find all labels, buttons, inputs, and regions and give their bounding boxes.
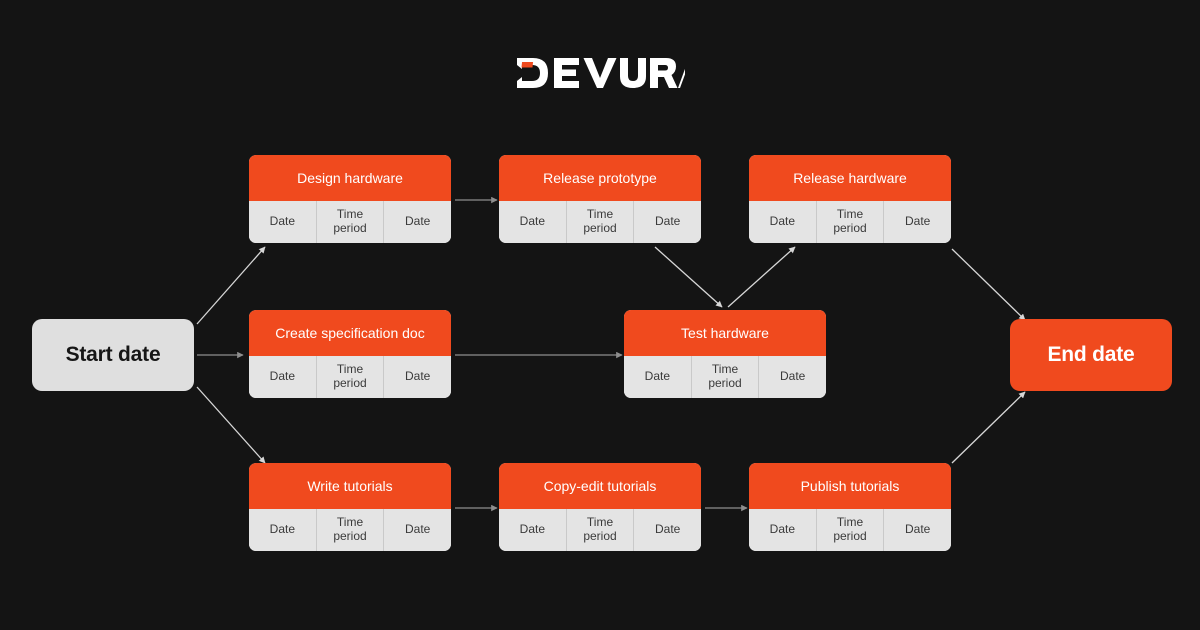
field-time-period[interactable]: Time period xyxy=(815,509,884,551)
field-end-date[interactable]: Date xyxy=(383,509,451,551)
connector-test-to-release-hardware xyxy=(727,246,796,308)
field-end-date[interactable]: Date xyxy=(758,356,826,398)
node-create-specification-doc-fields: Date Time period Date xyxy=(249,356,451,398)
node-test-hardware-fields: Date Time period Date xyxy=(624,356,826,398)
node-release-prototype-title: Release prototype xyxy=(499,155,701,201)
field-start-date[interactable]: Date xyxy=(499,201,566,243)
node-design-hardware[interactable]: Design hardware Date Time period Date xyxy=(249,155,451,243)
field-end-date[interactable]: Date xyxy=(383,356,451,398)
node-end-date-label: End date xyxy=(1047,343,1135,366)
field-time-period[interactable]: Time period xyxy=(315,509,384,551)
connector-prototype-to-test xyxy=(654,246,723,308)
field-start-date[interactable]: Date xyxy=(249,356,316,398)
diagram-canvas: Start date End date Design hardware Date… xyxy=(0,0,1200,630)
node-test-hardware[interactable]: Test hardware Date Time period Date xyxy=(624,310,826,398)
field-end-date[interactable]: Date xyxy=(883,509,951,551)
node-create-specification-doc[interactable]: Create specification doc Date Time perio… xyxy=(249,310,451,398)
connector-start-to-write-tutorials xyxy=(196,386,266,464)
field-time-period[interactable]: Time period xyxy=(565,509,634,551)
field-end-date[interactable]: Date xyxy=(383,201,451,243)
node-copy-edit-tutorials-title: Copy-edit tutorials xyxy=(499,463,701,509)
field-time-period[interactable]: Time period xyxy=(315,201,384,243)
field-start-date[interactable]: Date xyxy=(499,509,566,551)
node-design-hardware-title: Design hardware xyxy=(249,155,451,201)
field-start-date[interactable]: Date xyxy=(249,509,316,551)
field-end-date[interactable]: Date xyxy=(633,509,701,551)
node-create-specification-doc-title: Create specification doc xyxy=(249,310,451,356)
node-write-tutorials-title: Write tutorials xyxy=(249,463,451,509)
field-start-date[interactable]: Date xyxy=(749,201,816,243)
connector-publish-to-end xyxy=(951,391,1026,464)
node-release-prototype-fields: Date Time period Date xyxy=(499,201,701,243)
brand-logo xyxy=(0,50,1200,96)
node-write-tutorials-fields: Date Time period Date xyxy=(249,509,451,551)
node-start-date-label: Start date xyxy=(65,343,161,366)
field-start-date[interactable]: Date xyxy=(249,201,316,243)
node-design-hardware-fields: Date Time period Date xyxy=(249,201,451,243)
node-publish-tutorials-title: Publish tutorials xyxy=(749,463,951,509)
field-time-period[interactable]: Time period xyxy=(315,356,384,398)
devurai-logo-icon xyxy=(517,58,685,88)
field-start-date[interactable]: Date xyxy=(624,356,691,398)
node-release-hardware-fields: Date Time period Date xyxy=(749,201,951,243)
node-publish-tutorials[interactable]: Publish tutorials Date Time period Date xyxy=(749,463,951,551)
field-end-date[interactable]: Date xyxy=(633,201,701,243)
node-release-hardware-title: Release hardware xyxy=(749,155,951,201)
node-start-date[interactable]: Start date xyxy=(32,319,194,391)
field-end-date[interactable]: Date xyxy=(883,201,951,243)
field-time-period[interactable]: Time period xyxy=(690,356,759,398)
field-time-period[interactable]: Time period xyxy=(815,201,884,243)
node-publish-tutorials-fields: Date Time period Date xyxy=(749,509,951,551)
field-start-date[interactable]: Date xyxy=(749,509,816,551)
node-copy-edit-tutorials[interactable]: Copy-edit tutorials Date Time period Dat… xyxy=(499,463,701,551)
node-write-tutorials[interactable]: Write tutorials Date Time period Date xyxy=(249,463,451,551)
node-copy-edit-tutorials-fields: Date Time period Date xyxy=(499,509,701,551)
node-release-hardware[interactable]: Release hardware Date Time period Date xyxy=(749,155,951,243)
connector-release-hardware-to-end xyxy=(951,248,1026,321)
node-end-date[interactable]: End date xyxy=(1010,319,1172,391)
node-test-hardware-title: Test hardware xyxy=(624,310,826,356)
field-time-period[interactable]: Time period xyxy=(565,201,634,243)
node-release-prototype[interactable]: Release prototype Date Time period Date xyxy=(499,155,701,243)
